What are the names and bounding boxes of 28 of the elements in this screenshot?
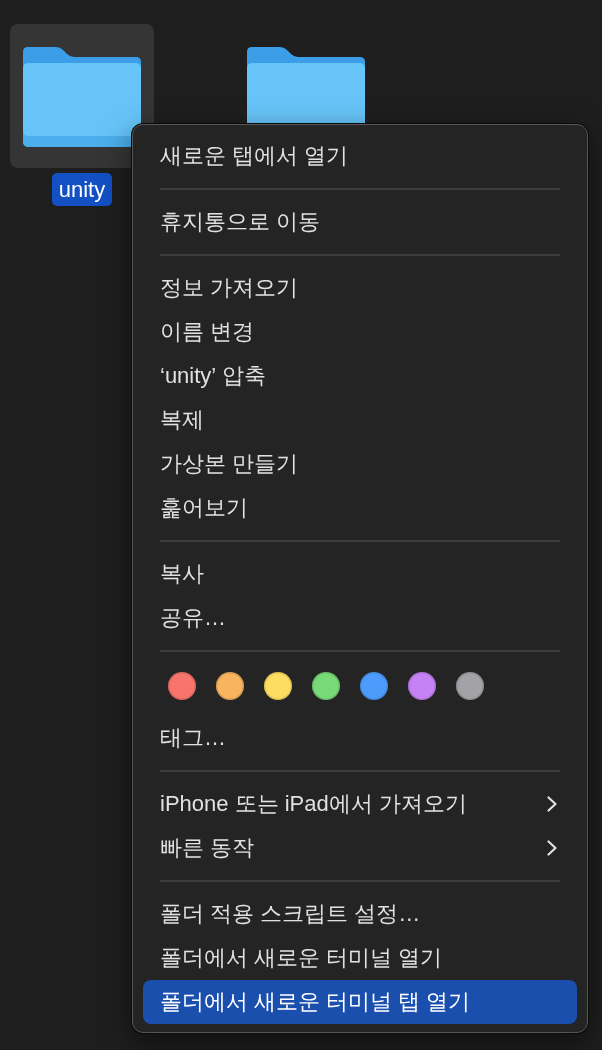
color-tag-icon[interactable]: [456, 672, 484, 700]
menu-item[interactable]: 폴더 적용 스크립트 설정…: [143, 892, 577, 936]
menu-item[interactable]: 태그…: [143, 716, 577, 760]
menu-item[interactable]: 빠른 동작: [143, 826, 577, 870]
menu-item[interactable]: 휴지통으로 이동: [143, 200, 577, 244]
menu-item[interactable]: 폴더에서 새로운 터미널 열기: [143, 936, 577, 980]
menu-item[interactable]: 복사: [143, 552, 577, 596]
color-tag-icon[interactable]: [360, 672, 388, 700]
menu-item[interactable]: ‘unity’ 압축: [143, 354, 577, 398]
color-tag-icon[interactable]: [216, 672, 244, 700]
chevron-right-icon: [547, 796, 557, 812]
menu-item[interactable]: 폴더에서 새로운 터미널 탭 열기: [143, 980, 577, 1024]
menu-item[interactable]: 공유…: [143, 596, 577, 640]
menu-item[interactable]: 이름 변경: [143, 310, 577, 354]
color-tag-icon[interactable]: [312, 672, 340, 700]
menu-item[interactable]: 훑어보기: [143, 486, 577, 530]
color-tag-icon[interactable]: [264, 672, 292, 700]
menu-item[interactable]: iPhone 또는 iPad에서 가져오기: [143, 782, 577, 826]
folder-icon[interactable]: [23, 47, 141, 147]
folder-icon[interactable]: [247, 47, 365, 124]
menu-item[interactable]: 가상본 만들기: [143, 442, 577, 486]
chevron-right-icon: [547, 840, 557, 856]
menu-item[interactable]: 정보 가져오기: [143, 266, 577, 310]
folder-name-label[interactable]: unity: [51, 173, 113, 206]
color-tag-icon[interactable]: [408, 672, 436, 700]
color-tag-icon[interactable]: [168, 672, 196, 700]
menu-item[interactable]: 복제: [143, 398, 577, 442]
menu-item[interactable]: 새로운 탭에서 열기: [143, 134, 577, 178]
